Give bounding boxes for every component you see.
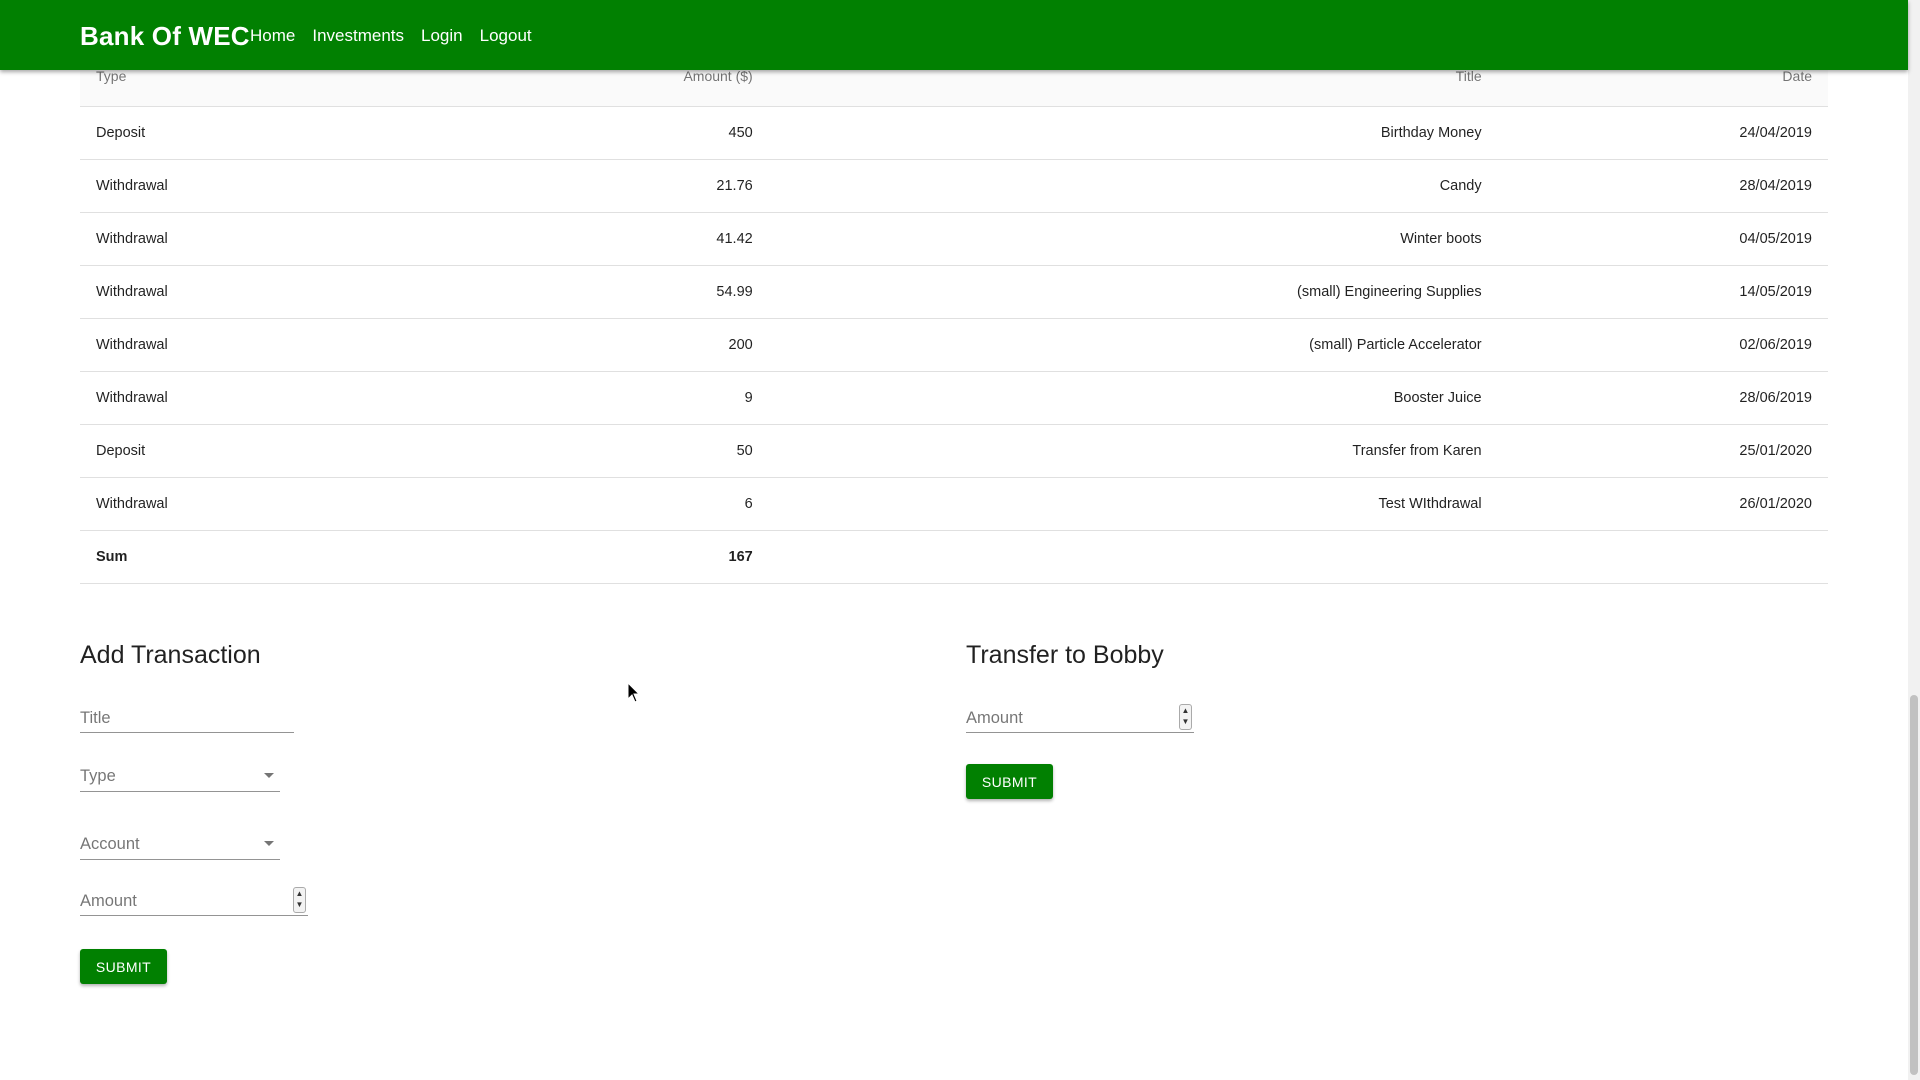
nav-investments[interactable]: Investments xyxy=(312,26,404,46)
top-app-bar: Bank Of WEC Home Investments Login Logou… xyxy=(0,0,1908,70)
cell-type: Deposit xyxy=(80,106,579,160)
cell-date: 26/01/2020 xyxy=(1497,477,1828,531)
amount-input[interactable] xyxy=(80,887,308,915)
nav-links: Home Investments Login Logout xyxy=(250,0,532,72)
scrollbar-thumb[interactable] xyxy=(1910,695,1918,1075)
table-row: Withdrawal 200 (small) Particle Accelerato… xyxy=(80,318,1828,372)
cell-date: 04/05/2019 xyxy=(1497,212,1828,266)
cell-date: 28/04/2019 xyxy=(1497,159,1828,213)
mouse-cursor-icon xyxy=(627,682,641,703)
chevron-down-icon xyxy=(264,773,274,778)
number-stepper-icon[interactable]: ▲ ▼ xyxy=(1179,704,1192,730)
cell-type: Withdrawal xyxy=(80,371,579,425)
table-row: Deposit 450 Birthday Money 24/04/2019 xyxy=(80,106,1828,160)
table-row: Withdrawal 41.42 Winter boots 04/05/2019 xyxy=(80,212,1828,266)
add-transaction-heading: Add Transaction xyxy=(80,641,261,669)
sum-amount: 167 xyxy=(578,530,769,584)
title-input[interactable] xyxy=(80,704,294,732)
transactions-table: Type Amount ($) Title Date Deposit 450 Birthd… xyxy=(80,56,1828,584)
cell-title: Winter boots xyxy=(768,212,1498,266)
cell-title: Transfer from Karen xyxy=(768,424,1498,478)
cell-amount: 21.76 xyxy=(578,159,769,213)
cell-title: (small) Engineering Supplies xyxy=(768,265,1498,319)
cell-type: Withdrawal xyxy=(80,159,579,213)
table-row: Withdrawal 54.99 (small) Engineering Suppl… xyxy=(80,265,1828,319)
cell-title: (small) Particle Accelerator xyxy=(768,318,1498,372)
cell-title: Birthday Money xyxy=(768,106,1498,160)
cell-type: Withdrawal xyxy=(80,212,579,266)
cell-date: 02/06/2019 xyxy=(1497,318,1828,372)
cell-amount: 6 xyxy=(578,477,769,531)
cell-type: Withdrawal xyxy=(80,318,579,372)
cell-type: Withdrawal xyxy=(80,477,579,531)
sum-row: Sum 167 xyxy=(80,530,1828,584)
nav-logout[interactable]: Logout xyxy=(480,26,532,46)
transactions-table-container: Type Amount ($) Title Date Deposit 450 Birthd… xyxy=(80,56,1828,584)
cell-date: 24/04/2019 xyxy=(1497,106,1828,160)
table-row: Withdrawal 9 Booster Juice 28/06/2019 xyxy=(80,371,1828,425)
nav-login[interactable]: Login xyxy=(421,26,463,46)
table-row: Withdrawal 21.76 Candy 28/04/2019 xyxy=(80,159,1828,213)
cell-type: Deposit xyxy=(80,424,579,478)
page-scrollbar[interactable] xyxy=(1908,0,1920,1080)
chevron-down-icon xyxy=(264,841,274,846)
cell-amount: 200 xyxy=(578,318,769,372)
sum-empty-cell xyxy=(768,530,1498,584)
transfer-amount-input[interactable] xyxy=(966,704,1194,732)
transfer-amount-field[interactable]: ▲▼ xyxy=(966,704,1194,733)
transfer-submit-button[interactable]: SUBMIT xyxy=(966,764,1053,799)
add-transaction-submit-button[interactable]: SUBMIT xyxy=(80,949,167,984)
cell-amount: 54.99 xyxy=(578,265,769,319)
amount-field[interactable]: ▲▼ xyxy=(80,887,308,916)
cell-date: 28/06/2019 xyxy=(1497,371,1828,425)
cell-type: Withdrawal xyxy=(80,265,579,319)
number-stepper-icon[interactable]: ▲ ▼ xyxy=(293,887,306,913)
nav-home[interactable]: Home xyxy=(250,26,295,46)
table-row: Deposit 50 Transfer from Karen 25/01/2020 xyxy=(80,424,1828,478)
cell-amount: 41.42 xyxy=(578,212,769,266)
title-field[interactable] xyxy=(80,704,294,733)
transfer-heading: Transfer to Bobby xyxy=(966,641,1164,669)
account-select[interactable]: Account xyxy=(80,830,280,860)
cell-title: Booster Juice xyxy=(768,371,1498,425)
table-row: Withdrawal 6 Test WIthdrawal 26/01/2020 xyxy=(80,477,1828,531)
cell-date: 14/05/2019 xyxy=(1497,265,1828,319)
brand-title[interactable]: Bank Of WEC xyxy=(80,0,250,72)
sum-empty-cell xyxy=(1497,530,1828,584)
account-select-label: Account xyxy=(80,835,140,853)
cell-title: Candy xyxy=(768,159,1498,213)
sum-label: Sum xyxy=(80,530,579,584)
cell-amount: 450 xyxy=(578,106,769,160)
type-select-label: Type xyxy=(80,767,116,785)
type-select[interactable]: Type xyxy=(80,762,280,792)
cell-amount: 50 xyxy=(578,424,769,478)
cell-date: 25/01/2020 xyxy=(1497,424,1828,478)
cell-amount: 9 xyxy=(578,371,769,425)
cell-title: Test WIthdrawal xyxy=(768,477,1498,531)
